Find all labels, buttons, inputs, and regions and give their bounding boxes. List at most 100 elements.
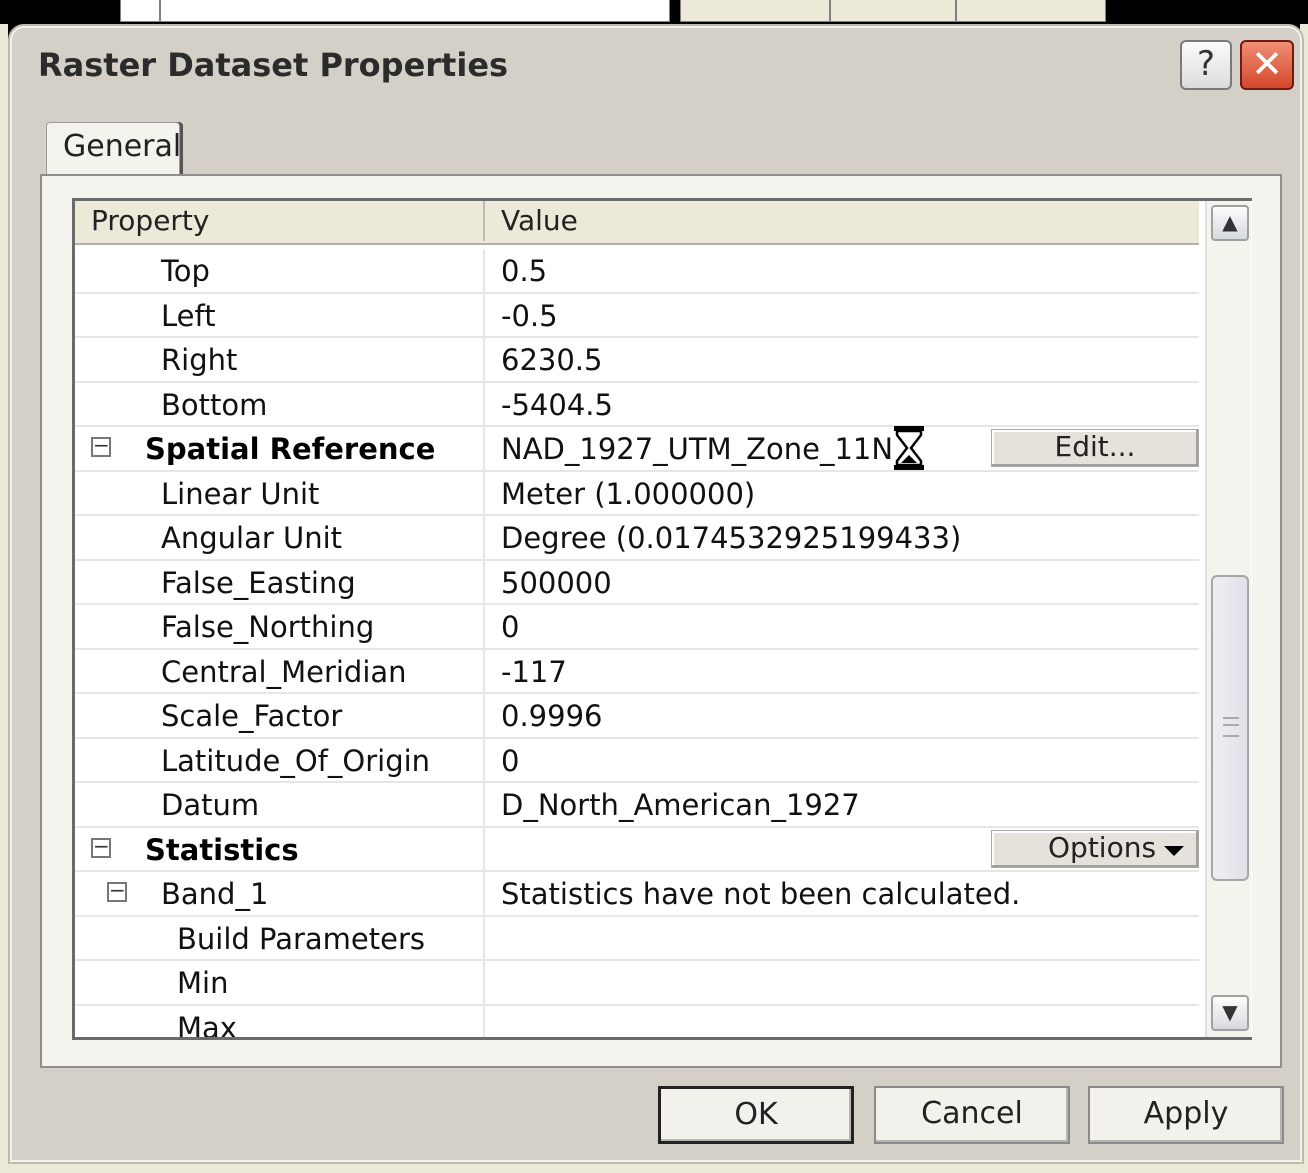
close-button[interactable]: ✕ <box>1240 40 1294 90</box>
value-cell <box>485 1006 1199 1038</box>
minus-box-icon[interactable]: − <box>107 880 127 902</box>
property-label: Linear Unit <box>161 476 320 511</box>
value-cell: Statistics have not been calculated. <box>485 872 1199 915</box>
grid-header: Property Value <box>75 201 1199 245</box>
chevron-down-icon[interactable]: ▼ <box>1211 995 1249 1031</box>
value-cell: Meter (1.000000) <box>485 472 1199 515</box>
table-row[interactable]: False_Easting 500000 <box>75 560 1199 605</box>
help-button[interactable]: ? <box>1180 40 1232 90</box>
property-cell: False_Northing <box>75 605 485 648</box>
property-label: Top <box>161 254 210 288</box>
property-group-label: Statistics <box>145 832 299 867</box>
property-cell: Linear Unit <box>75 471 485 514</box>
property-label: Latitude_Of_Origin <box>161 743 431 778</box>
property-cell: Right <box>75 338 485 381</box>
property-cell: Scale_Factor <box>75 694 485 737</box>
column-header-value[interactable]: Value <box>485 201 1199 241</box>
table-row[interactable]: Datum D_North_American_1927 <box>75 783 1199 828</box>
table-row[interactable]: False_Northing 0 <box>75 605 1199 650</box>
background-box <box>120 0 160 22</box>
property-cell: − Spatial Reference <box>75 427 485 470</box>
property-label: Angular Unit <box>161 521 343 555</box>
apply-button[interactable]: Apply <box>1088 1086 1284 1144</box>
property-value: Statistics have not been calculated. <box>501 877 1021 911</box>
hourglass-icon <box>894 426 924 470</box>
statistics-options-button[interactable]: Options <box>991 829 1199 868</box>
property-label: Band_1 <box>161 877 269 911</box>
property-value: 500000 <box>501 565 612 600</box>
table-row[interactable]: Min <box>75 961 1199 1006</box>
cancel-button[interactable]: Cancel <box>874 1086 1070 1144</box>
property-cell: − Band_1 <box>75 872 485 915</box>
table-row[interactable]: Scale_Factor 0.9996 <box>75 694 1199 739</box>
property-label: Build Parameters <box>177 921 426 956</box>
column-header-property[interactable]: Property <box>75 201 485 241</box>
table-row[interactable]: Bottom -5404.5 <box>75 382 1199 427</box>
property-value: 6230.5 <box>501 343 603 377</box>
background-left-edge <box>0 24 8 1164</box>
property-label: Max <box>177 1010 237 1040</box>
edit-spatial-reference-button[interactable]: Edit... <box>991 429 1199 467</box>
property-cell: Build Parameters <box>75 916 485 959</box>
table-row[interactable]: − Statistics Options <box>75 827 1199 872</box>
grid-rows: Top 0.5 Left -0.5 Right 6230.5 Bottom -5… <box>75 249 1199 1040</box>
vertical-scrollbar[interactable]: ▲ ▼ <box>1205 201 1251 1037</box>
table-row[interactable]: Top 0.5 <box>75 249 1199 294</box>
property-cell: − Statistics <box>75 827 485 870</box>
property-grid: Property Value Top 0.5 Left -0.5 Right 6… <box>72 198 1252 1040</box>
property-value: 0.9996 <box>501 699 603 733</box>
table-row[interactable]: − Spatial Reference NAD_1927_UTM_Zone_11… <box>75 426 1199 472</box>
value-cell <box>485 961 1199 1004</box>
background-tab <box>830 0 956 22</box>
value-cell: Degree (0.0174532925199433) <box>485 516 1199 559</box>
value-cell: -0.5 <box>485 294 1199 337</box>
property-label: Datum <box>161 788 260 822</box>
table-row[interactable]: − Band_1 Statistics have not been calcul… <box>75 872 1199 917</box>
property-group-label: Spatial Reference <box>145 432 436 466</box>
general-tab-panel: Property Value Top 0.5 Left -0.5 Right 6… <box>40 174 1282 1068</box>
property-value: 0 <box>501 743 520 778</box>
property-cell: Central_Meridian <box>75 649 485 692</box>
options-label: Options <box>1048 830 1157 864</box>
table-row[interactable]: Angular Unit Degree (0.0174532925199433) <box>75 516 1199 561</box>
raster-dataset-properties-dialog: Raster Dataset Properties ? ✕ General Pr… <box>8 24 1304 1164</box>
value-cell: Options <box>485 828 1199 871</box>
property-cell: Angular Unit <box>75 516 485 559</box>
property-cell: Datum <box>75 783 485 826</box>
caret-down-icon <box>1164 845 1184 856</box>
table-row[interactable]: Left -0.5 <box>75 293 1199 338</box>
value-cell: 0.5 <box>485 249 1199 292</box>
table-row[interactable]: Linear Unit Meter (1.000000) <box>75 471 1199 516</box>
property-value: Degree (0.0174532925199433) <box>501 521 962 555</box>
value-cell: 6230.5 <box>485 338 1199 381</box>
property-value: D_North_American_1927 <box>501 788 860 822</box>
chevron-up-icon[interactable]: ▲ <box>1211 205 1249 241</box>
background-field <box>160 0 670 22</box>
tab-general[interactable]: General <box>46 122 181 176</box>
property-cell: Left <box>75 293 485 336</box>
value-cell: 0 <box>485 739 1199 782</box>
value-cell: -117 <box>485 650 1199 693</box>
property-label: Right <box>161 343 238 377</box>
table-row[interactable]: Central_Meridian -117 <box>75 649 1199 694</box>
table-row[interactable]: Right 6230.5 <box>75 338 1199 383</box>
property-label: Left <box>161 298 216 333</box>
property-label: False_Easting <box>161 565 356 600</box>
table-row[interactable]: Build Parameters <box>75 916 1199 961</box>
dialog-title: Raster Dataset Properties <box>38 46 509 84</box>
property-cell: Min <box>75 961 485 1004</box>
value-cell: NAD_1927_UTM_Zone_11N Edit... <box>485 426 1199 470</box>
ok-button[interactable]: OK <box>658 1086 854 1144</box>
background-tab <box>680 0 830 22</box>
value-cell <box>485 917 1199 960</box>
minus-box-icon[interactable]: − <box>91 435 111 457</box>
property-cell: Max <box>75 1005 485 1040</box>
value-cell: -5404.5 <box>485 383 1199 426</box>
minus-box-icon[interactable]: − <box>91 836 111 858</box>
value-cell: D_North_American_1927 <box>485 783 1199 826</box>
property-cell: Top <box>75 249 485 292</box>
value-cell: 0 <box>485 605 1199 648</box>
scrollbar-thumb[interactable] <box>1211 575 1249 881</box>
table-row[interactable]: Latitude_Of_Origin 0 <box>75 738 1199 783</box>
table-row[interactable]: Max <box>75 1005 1199 1040</box>
